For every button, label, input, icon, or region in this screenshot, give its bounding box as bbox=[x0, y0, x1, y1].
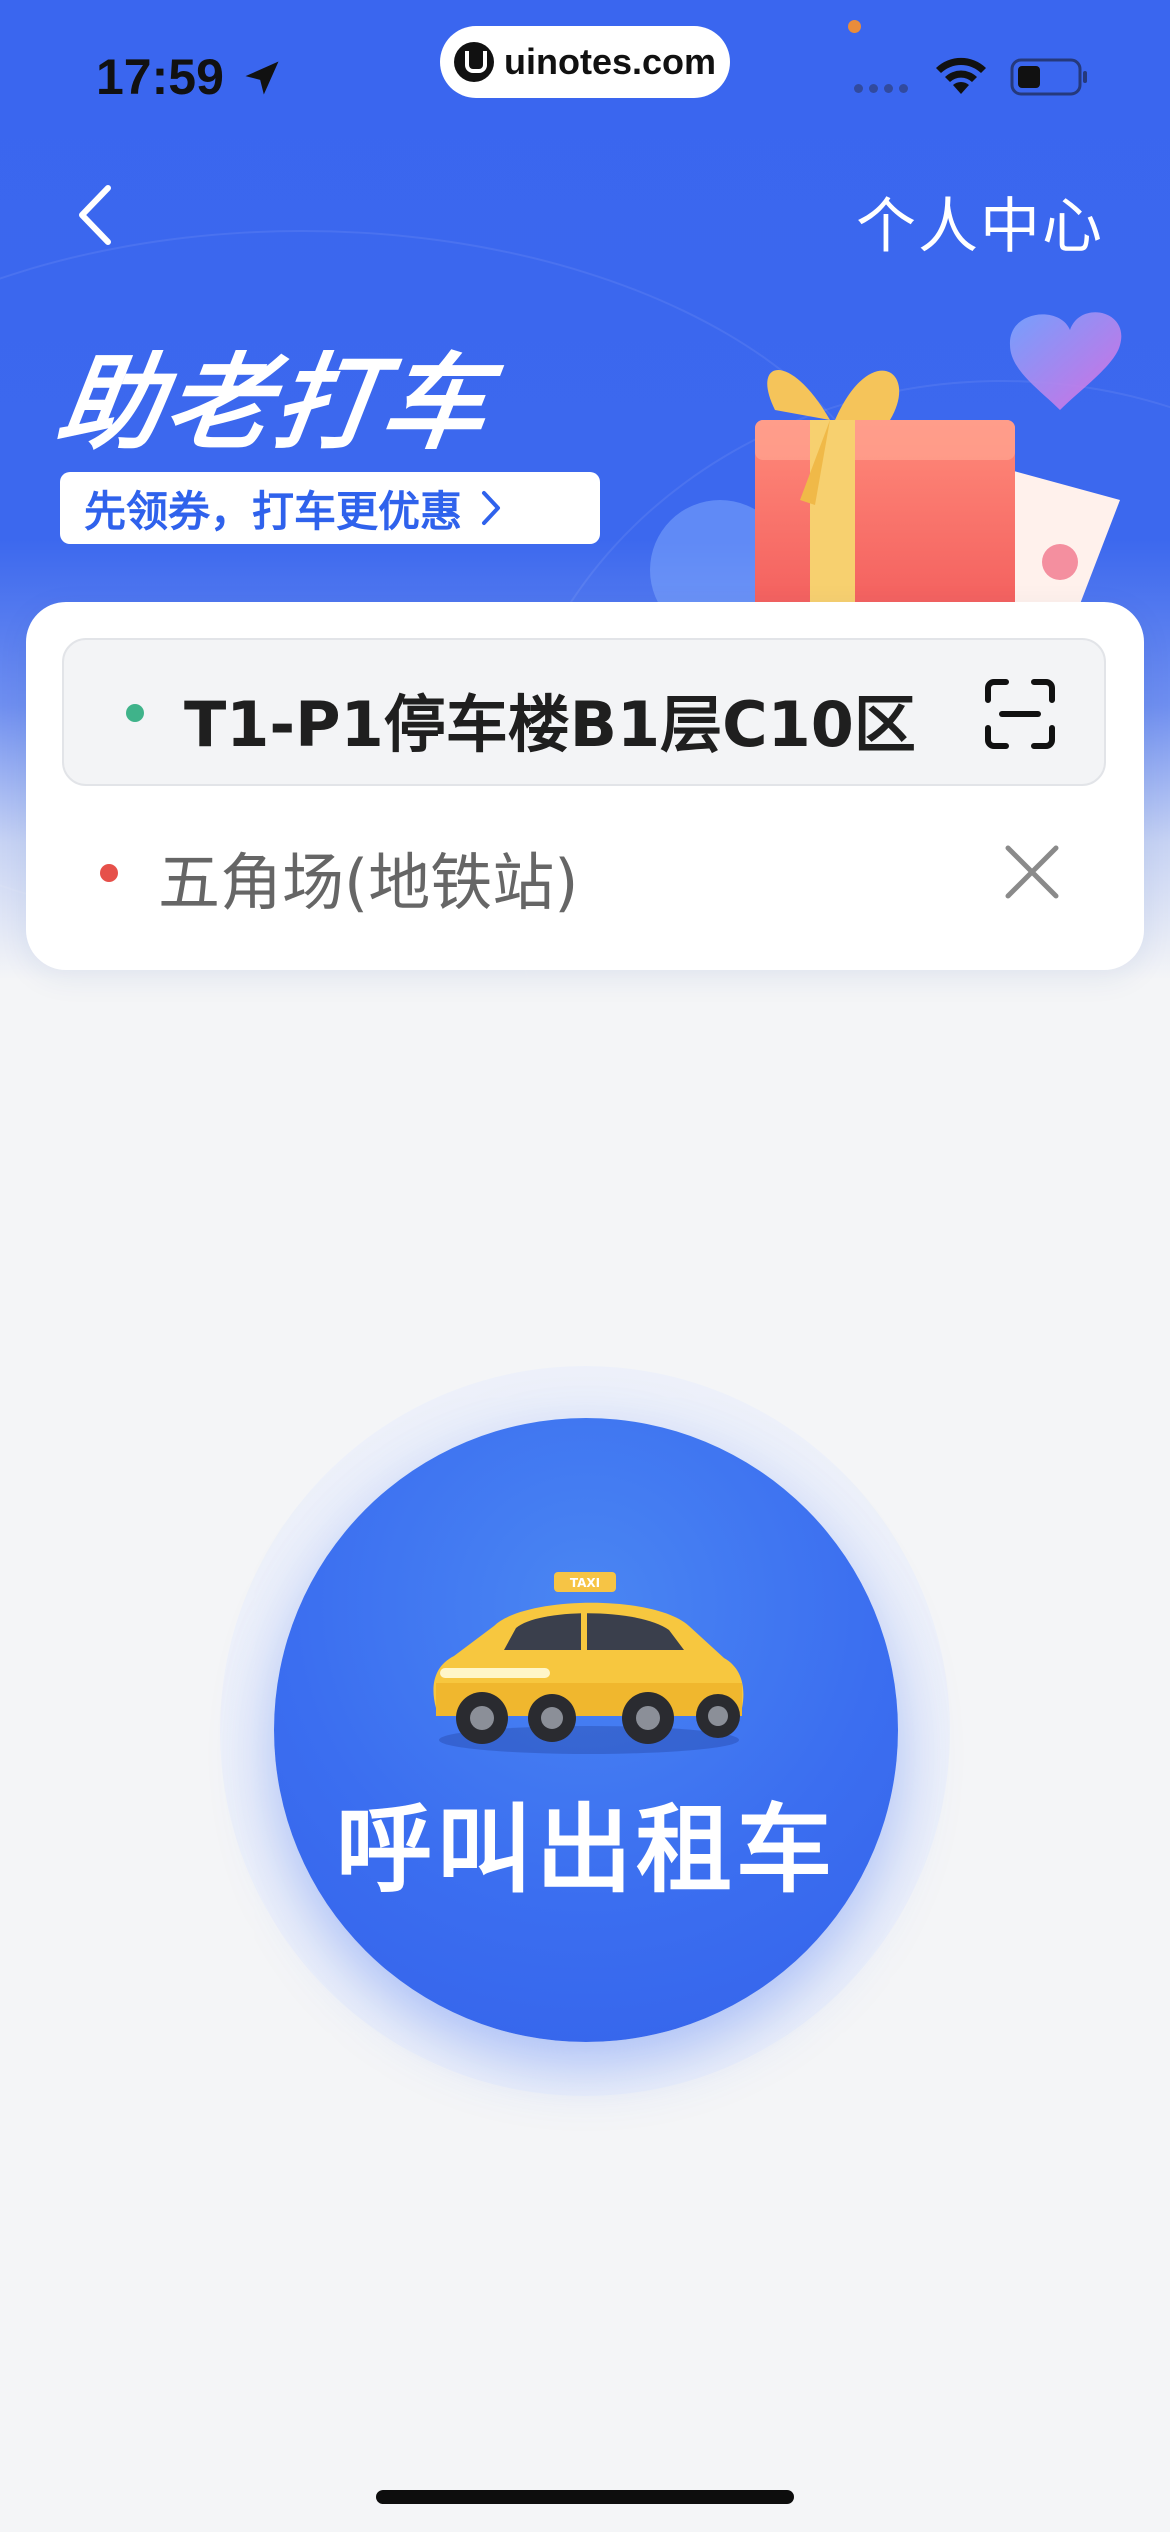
screen: 17:59 uinotes.com 个人中心 助老打车 先领券，打车更优惠 T1… bbox=[0, 0, 1170, 2532]
wifi-icon bbox=[936, 57, 986, 94]
status-time: 17:59 bbox=[96, 49, 224, 105]
taxi-sign-text: TAXI bbox=[570, 1576, 600, 1590]
coupon-promo-button[interactable]: 先领券，打车更优惠 bbox=[60, 472, 600, 544]
destination-dot-icon bbox=[100, 864, 118, 882]
watermark-badge: uinotes.com bbox=[440, 26, 730, 98]
back-chevron-icon[interactable] bbox=[68, 180, 124, 250]
location-arrow-icon bbox=[245, 61, 279, 95]
page-title: 助老打车 bbox=[50, 342, 500, 464]
watermark-text: uinotes.com bbox=[503, 41, 717, 82]
coupon-promo-label: 先领券，打车更优惠 bbox=[84, 486, 463, 536]
pickup-location-field[interactable]: T1-P1停车楼B1层C10区 bbox=[62, 638, 1106, 786]
battery-icon bbox=[1010, 58, 1087, 96]
gift-box-illustration bbox=[650, 312, 1122, 620]
chevron-right-icon bbox=[482, 491, 501, 525]
pickup-dot-icon bbox=[126, 704, 144, 722]
pickup-location-text: T1-P1停车楼B1层C10区 bbox=[184, 688, 916, 761]
cellular-signal-icon bbox=[854, 84, 908, 93]
clear-destination-icon[interactable] bbox=[1002, 842, 1062, 902]
destination-field[interactable]: 五角场(地铁站) bbox=[158, 832, 578, 922]
personal-center-link[interactable]: 个人中心 bbox=[856, 178, 1104, 265]
route-card: T1-P1停车楼B1层C10区 五角场(地铁站) bbox=[26, 602, 1144, 970]
home-indicator[interactable] bbox=[376, 2490, 794, 2504]
call-taxi-label: 呼叫出租车 bbox=[336, 1794, 836, 1906]
scan-icon[interactable] bbox=[982, 676, 1058, 752]
privacy-indicator-icon bbox=[848, 20, 861, 33]
taxi-icon: TAXI bbox=[433, 1572, 744, 1754]
call-taxi-button[interactable]: TAXI 呼叫出租车 bbox=[274, 1418, 898, 2042]
watermark-logo-icon bbox=[453, 42, 494, 82]
